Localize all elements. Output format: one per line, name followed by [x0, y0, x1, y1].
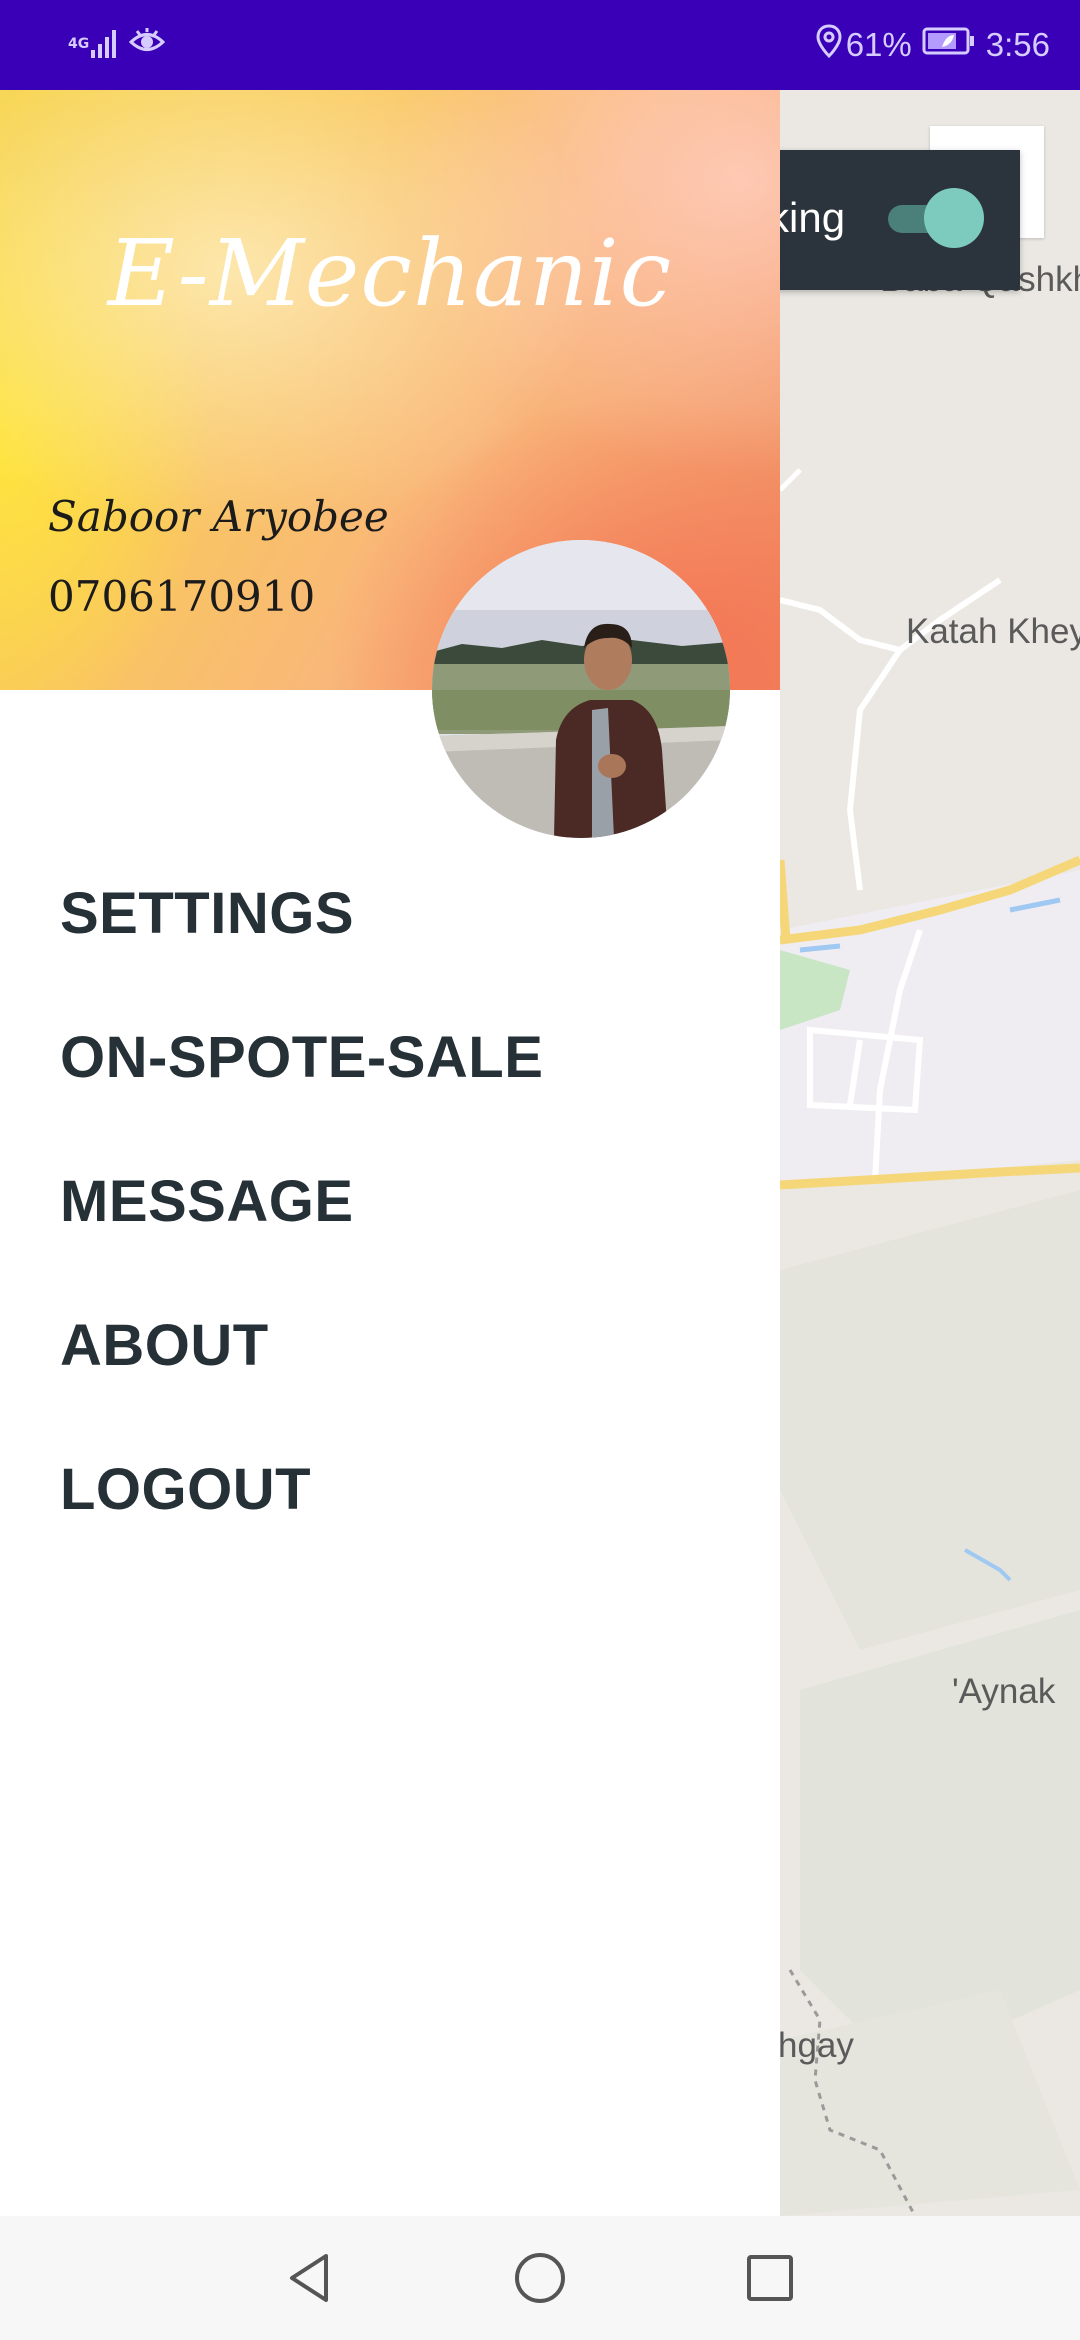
- system-nav-bar: [0, 2216, 1080, 2340]
- battery-percent: 61%: [845, 26, 912, 63]
- menu-item-message[interactable]: MESSAGE: [60, 1168, 354, 1235]
- map-label-hgay: hgay: [778, 2026, 854, 2065]
- eye-icon: [129, 27, 166, 61]
- navigation-drawer: E-Mechanic Saboor Aryobee 0706170910 SET…: [0, 90, 780, 2216]
- app-title: E-Mechanic: [107, 220, 673, 327]
- status-bar: 4G 61% 3:56: [0, 0, 1080, 90]
- menu-item-on-spot-sale[interactable]: ON-SPOTE-SALE: [60, 1024, 543, 1091]
- status-right: 61% 3:56: [816, 0, 1050, 90]
- home-icon[interactable]: [510, 2248, 570, 2308]
- avatar-photo: [432, 540, 730, 838]
- toggle-thumb: [924, 188, 984, 248]
- battery-icon: [922, 26, 976, 64]
- menu-item-settings[interactable]: SETTINGS: [60, 880, 354, 947]
- map-label-katah: Katah Khey: [906, 612, 1080, 651]
- status-left: 4G: [68, 24, 166, 64]
- menu-item-logout[interactable]: LOGOUT: [60, 1456, 311, 1523]
- avatar[interactable]: [432, 540, 730, 838]
- screen: 4G 61% 3:56 shk Katah Khey 'Aynak hgay k…: [0, 0, 1080, 2340]
- menu-item-about[interactable]: ABOUT: [60, 1312, 269, 1379]
- back-icon[interactable]: [280, 2248, 340, 2308]
- map-label-aynak: 'Aynak: [952, 1672, 1056, 1711]
- clock: 3:56: [985, 26, 1050, 63]
- signal-icon: [91, 24, 121, 64]
- user-phone: 0706170910: [48, 572, 316, 621]
- recents-icon[interactable]: [740, 2248, 800, 2308]
- network-type: 4G: [68, 36, 90, 52]
- tracking-toggle[interactable]: [888, 188, 984, 248]
- location-icon: [816, 24, 842, 66]
- tracking-card: king: [740, 150, 1020, 290]
- user-name: Saboor Aryobee: [48, 492, 389, 541]
